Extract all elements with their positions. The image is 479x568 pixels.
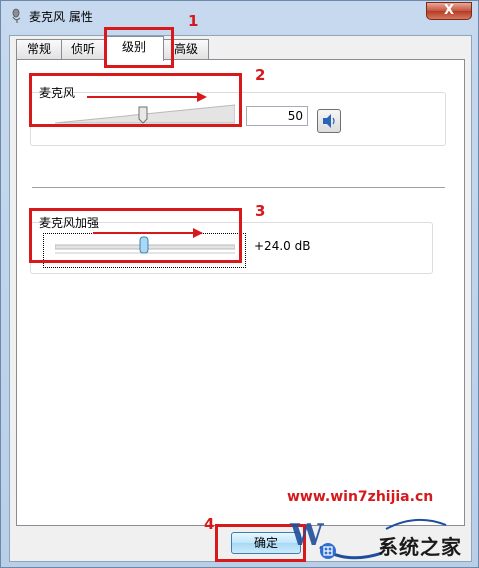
levels-tab-panel: 麦克风 50 麦克风加强 +24.0 dB bbox=[16, 59, 465, 526]
annotation-number-2: 2 bbox=[255, 66, 266, 84]
annotation-number-1: 1 bbox=[188, 12, 199, 30]
properties-window: 麦克风 属性 X 常规 侦听 级别 高级 麦克风 50 麦克风加强 +24.0 … bbox=[0, 0, 479, 568]
watermark-site-name: 系统之家 bbox=[378, 535, 462, 559]
annotation-box-1 bbox=[104, 27, 174, 68]
arrow-right-icon bbox=[87, 92, 207, 102]
mute-toggle-button[interactable] bbox=[317, 109, 341, 133]
tab-listen[interactable]: 侦听 bbox=[61, 39, 105, 59]
close-icon: X bbox=[443, 3, 455, 18]
annotation-number-3: 3 bbox=[255, 202, 266, 220]
window-title: 麦克风 属性 bbox=[29, 10, 93, 24]
tab-general[interactable]: 常规 bbox=[16, 39, 62, 59]
microphone-level-value[interactable]: 50 bbox=[246, 106, 308, 126]
microphone-icon bbox=[12, 8, 21, 23]
tab-label: 高级 bbox=[173, 42, 198, 56]
tab-label: 侦听 bbox=[70, 42, 95, 56]
annotation-number-4: 4 bbox=[204, 515, 215, 533]
microphone-boost-value: +24.0 dB bbox=[254, 239, 311, 253]
close-button[interactable]: X bbox=[426, 2, 472, 20]
microphone-level-value-text: 50 bbox=[287, 109, 303, 123]
title-bar[interactable]: 麦克风 属性 X bbox=[1, 1, 478, 31]
tab-label: 常规 bbox=[26, 42, 51, 56]
section-divider bbox=[32, 187, 445, 188]
watermark-url: www.win7zhijia.cn bbox=[287, 489, 434, 505]
speaker-icon bbox=[323, 114, 335, 128]
arrow-right-icon bbox=[93, 228, 203, 238]
